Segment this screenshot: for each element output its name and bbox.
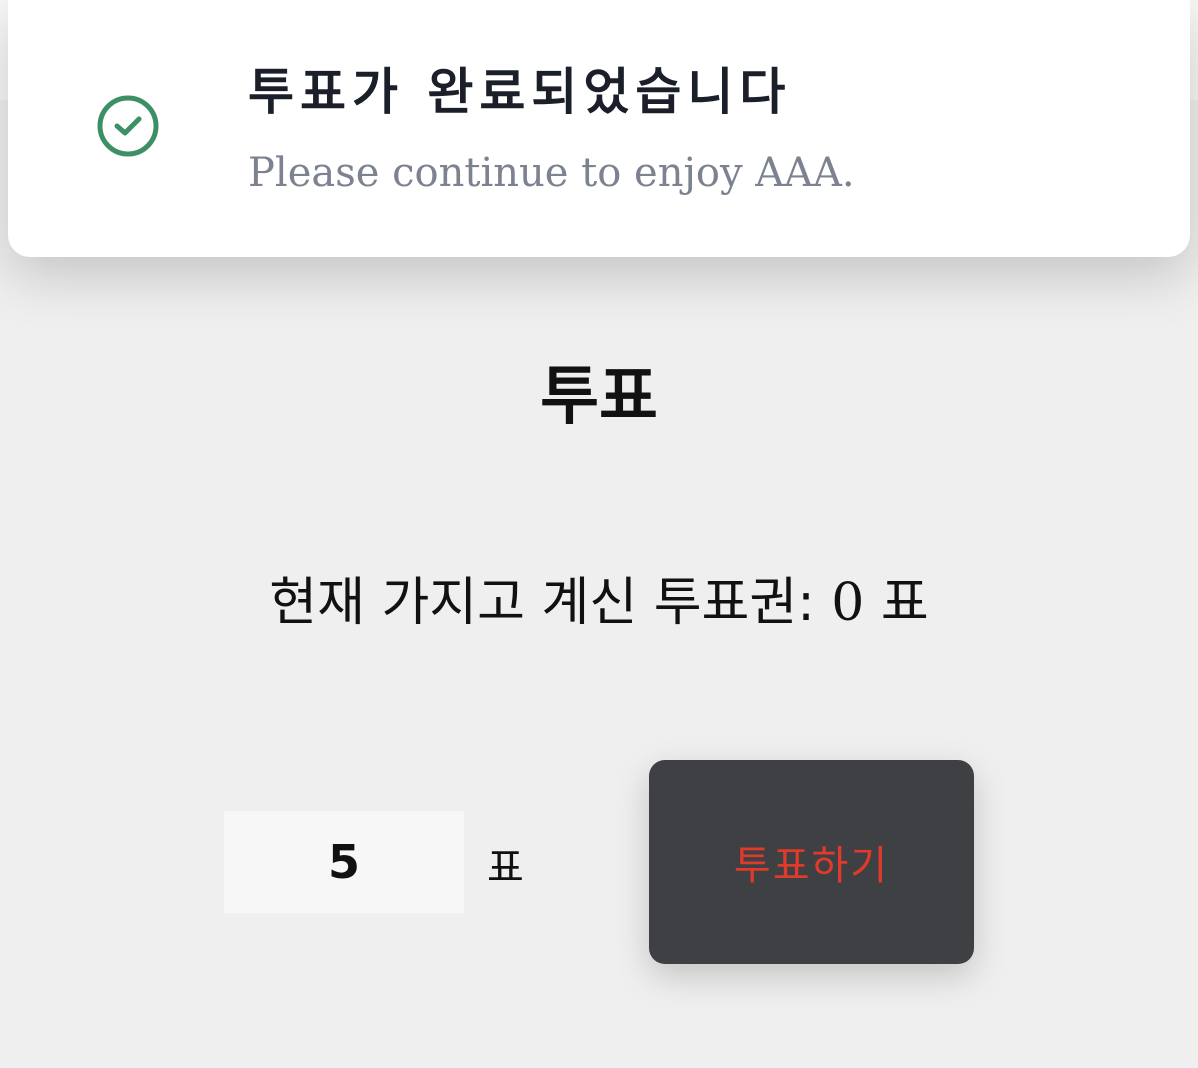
toast-notification: 투표가 완료되었습니다 Please continue to enjoy AAA… <box>8 0 1190 257</box>
toast-subtitle: Please continue to enjoy AAA. <box>248 150 855 196</box>
page-title: 투표 <box>540 360 658 434</box>
vote-unit-label: 표 <box>487 845 524 891</box>
vote-count-input[interactable] <box>224 811 464 913</box>
toast-title: 투표가 완료되었습니다 <box>248 63 792 121</box>
check-circle-icon <box>97 95 159 157</box>
ticket-unit: 표 <box>880 573 929 633</box>
ticket-count: 0 <box>831 573 865 633</box>
ticket-label: 현재 가지고 계신 투표권: <box>269 573 832 633</box>
vote-button[interactable]: 투표하기 <box>649 760 974 964</box>
ticket-count-line: 현재 가지고 계신 투표권: 0 표 <box>0 560 1198 635</box>
